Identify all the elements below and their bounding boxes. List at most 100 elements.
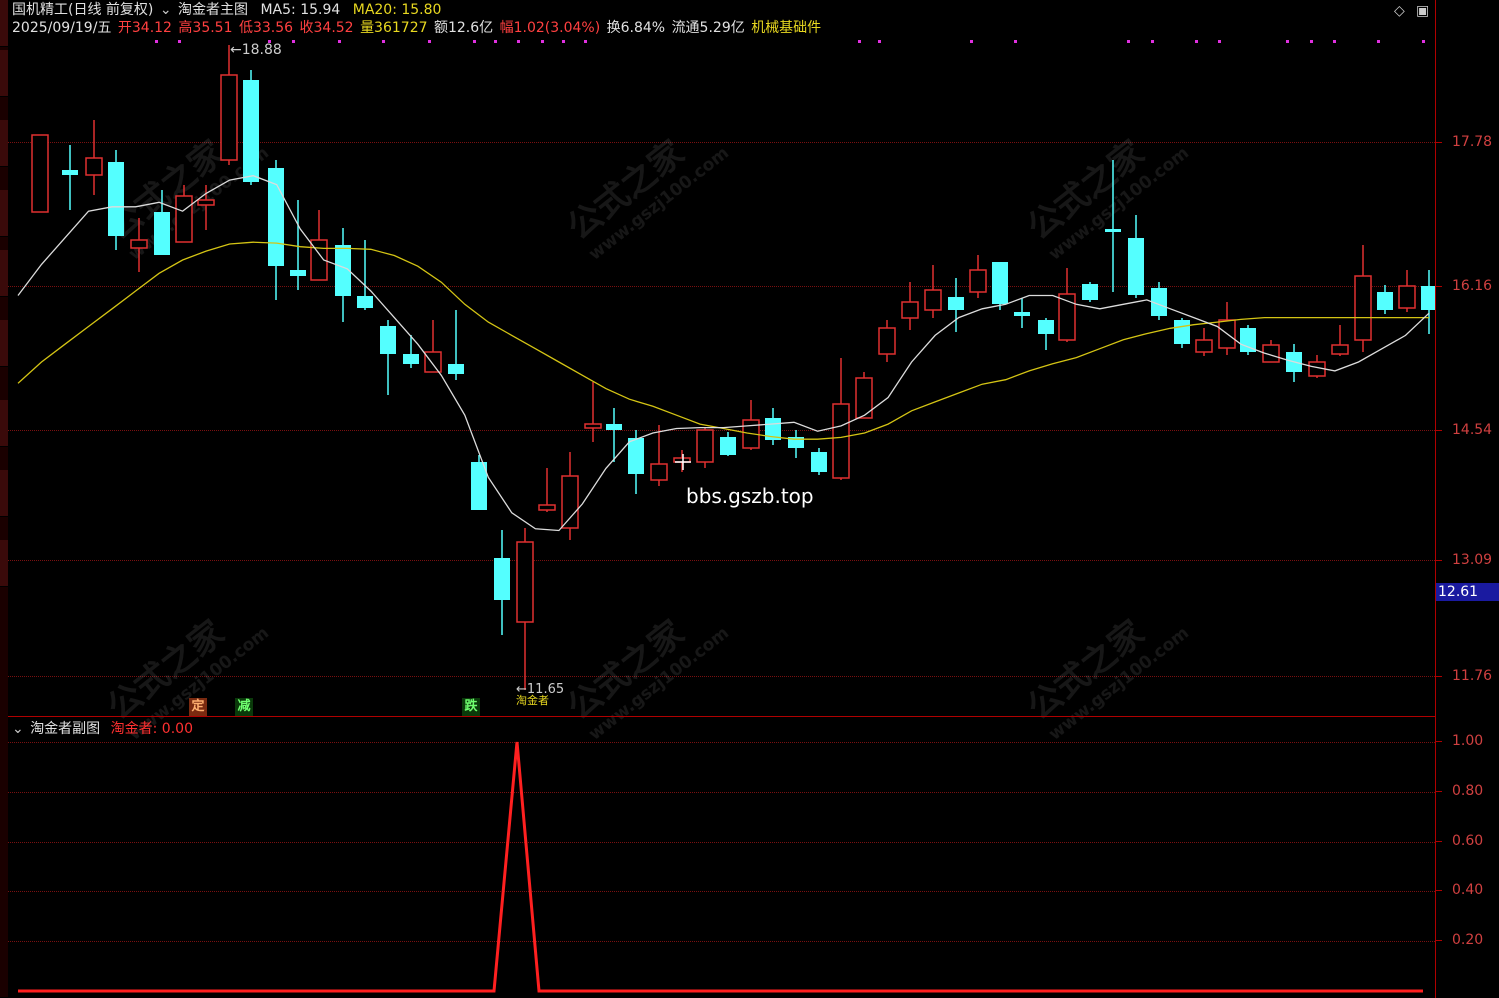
candle-body[interactable] [992, 262, 1008, 304]
osc-tick: 0.80 [1452, 783, 1484, 799]
side-tab-strip[interactable] [0, 0, 8, 997]
candle-body[interactable] [1354, 275, 1372, 341]
candle-body[interactable] [878, 327, 896, 355]
candle-body[interactable] [380, 326, 396, 354]
oscillator-line [18, 741, 1423, 993]
price-tick: 13.09 [1452, 552, 1493, 568]
diamond-icon[interactable]: ◇ [1394, 3, 1405, 19]
side-tab[interactable] [0, 250, 8, 297]
candle-body[interactable] [154, 212, 170, 255]
candle-body[interactable] [584, 423, 602, 429]
candle-body[interactable] [628, 438, 644, 474]
signal-dot [858, 40, 861, 43]
signal-dot [878, 40, 881, 43]
candle-body[interactable] [1105, 229, 1121, 232]
candle-body[interactable] [811, 452, 827, 472]
candle-body[interactable] [85, 157, 103, 176]
candle-body[interactable] [650, 463, 668, 481]
main-chart-panel[interactable]: 国机精工(日线 前复权) ⌄ 淘金者主图 MA5: 15.94 MA20: 15… [8, 0, 1436, 745]
side-tab[interactable] [0, 50, 8, 97]
crosshair-cursor-icon [675, 454, 691, 470]
signal-badge: 跌 [462, 698, 480, 716]
candle-body[interactable] [924, 289, 942, 311]
candle-body[interactable] [561, 475, 579, 529]
price-tick: 17.78 [1452, 134, 1493, 150]
candle-body[interactable] [62, 170, 78, 175]
candle-body[interactable] [243, 80, 259, 182]
sub-chart-panel[interactable]: ⌄ 淘金者副图 淘金者: 0.00 [8, 716, 1436, 998]
price-tick: 16.16 [1452, 278, 1493, 294]
osc-tick: 0.40 [1452, 882, 1484, 898]
signal-dot [970, 40, 973, 43]
candle-body[interactable] [1421, 286, 1435, 310]
side-tab[interactable] [0, 400, 8, 447]
candle-body[interactable] [448, 364, 464, 374]
candle-body[interactable] [1398, 285, 1416, 309]
price-axis: 17.78 16.16 14.54 13.09 11.76 [1436, 0, 1499, 716]
side-tab[interactable] [0, 190, 8, 237]
candle-body[interactable] [1174, 320, 1190, 344]
signal-dot [428, 40, 431, 43]
candle-body[interactable] [175, 195, 193, 243]
signal-dot [562, 40, 565, 43]
signal-dot [292, 40, 295, 43]
candle-body[interactable] [357, 296, 373, 308]
candle-body[interactable] [969, 269, 987, 293]
candle-body[interactable] [538, 504, 556, 511]
candle-body[interactable] [197, 199, 215, 206]
high-marker: ←18.88 [230, 42, 282, 58]
signal-dot [178, 40, 181, 43]
candle-body[interactable] [516, 541, 534, 623]
low-marker-sub: 淘金者 [516, 694, 549, 707]
signal-dot [1014, 40, 1017, 43]
candle-body[interactable] [696, 429, 714, 463]
signal-dot [1377, 40, 1380, 43]
candle-body[interactable] [606, 424, 622, 430]
current-price-tag: 12.61 [1436, 583, 1499, 601]
side-tab[interactable] [0, 0, 8, 47]
price-tick: 14.54 [1452, 422, 1493, 438]
signal-dot [338, 40, 341, 43]
side-tab[interactable] [0, 120, 8, 167]
candle-body[interactable] [1195, 339, 1213, 353]
candle-body[interactable] [403, 354, 419, 364]
candle-body[interactable] [424, 351, 442, 373]
candle-body[interactable] [130, 239, 148, 249]
candle-body[interactable] [1331, 344, 1349, 355]
candle-body[interactable] [1014, 312, 1030, 316]
candle-body[interactable] [1377, 292, 1393, 310]
signal-dot [1195, 40, 1198, 43]
candle-body[interactable] [290, 270, 306, 276]
candle-body[interactable] [901, 301, 919, 319]
ma20-line [17, 241, 1429, 440]
price-tick: 11.76 [1452, 668, 1493, 684]
candle-body[interactable] [1128, 238, 1144, 295]
candle-body[interactable] [720, 437, 736, 455]
side-tab[interactable] [0, 320, 8, 367]
signal-dot [155, 40, 158, 43]
signal-dot [494, 40, 497, 43]
candle-body[interactable] [494, 558, 510, 600]
osc-tick: 1.00 [1452, 733, 1484, 749]
candle-body[interactable] [832, 403, 850, 479]
side-tab[interactable] [0, 470, 8, 517]
signal-dot [517, 40, 520, 43]
side-tab[interactable] [0, 540, 8, 587]
candle-body[interactable] [948, 297, 964, 310]
candle-body[interactable] [31, 134, 49, 213]
candle-body[interactable] [1082, 284, 1098, 300]
signal-dot [1333, 40, 1336, 43]
candlestick-chart[interactable] [8, 0, 1435, 716]
signal-dot [382, 40, 385, 43]
oscillator-axis: 1.00 0.80 0.60 0.40 0.20 [1436, 716, 1499, 997]
oscillator-chart[interactable] [8, 717, 1435, 998]
signal-dot [1127, 40, 1130, 43]
signal-dot [1218, 40, 1221, 43]
window-toggle-icon[interactable]: ▣ [1416, 3, 1429, 19]
watermark-url: bbs.gszb.top [686, 484, 814, 508]
candle-body[interactable] [220, 74, 238, 161]
ma5-line [17, 175, 1430, 532]
candle-body[interactable] [108, 162, 124, 236]
candle-body[interactable] [1038, 320, 1054, 334]
signal-dot [1422, 40, 1425, 43]
